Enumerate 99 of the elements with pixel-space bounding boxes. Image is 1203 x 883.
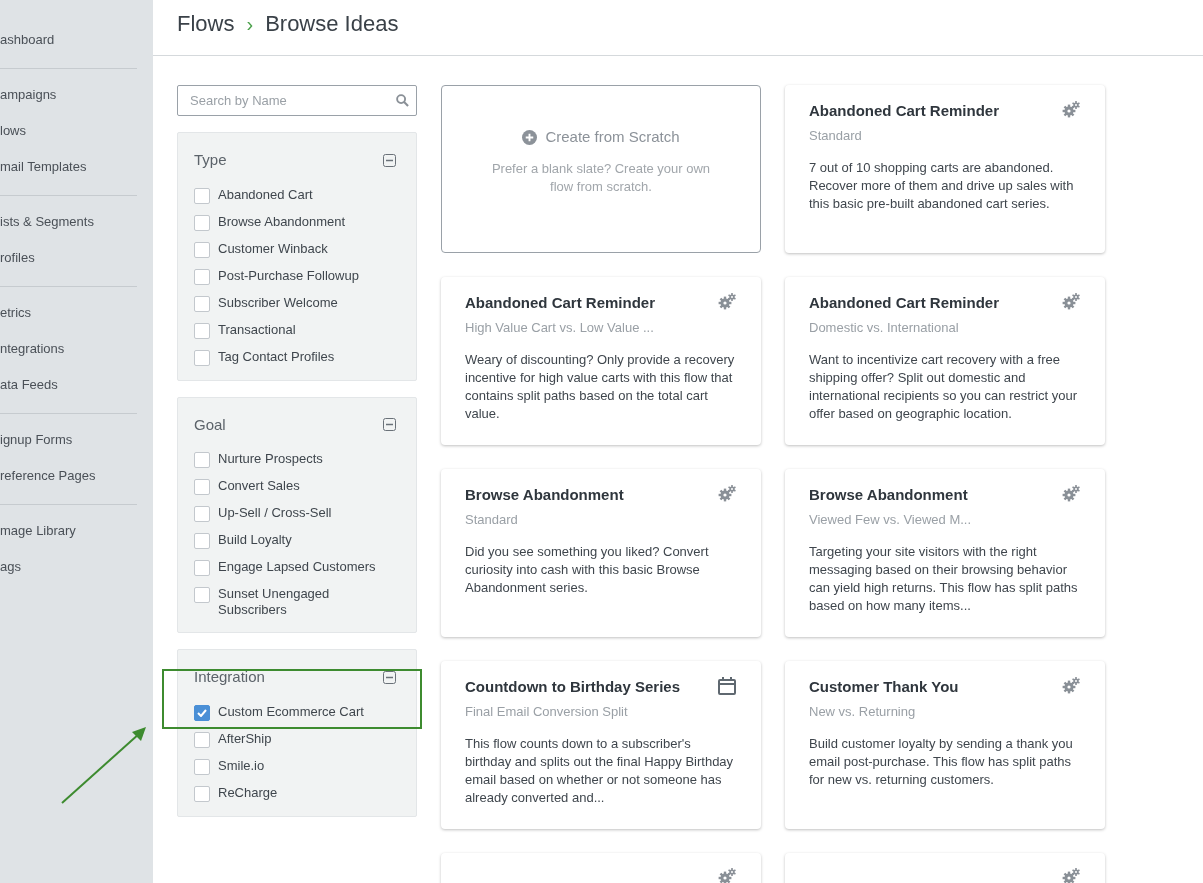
filter-option-label[interactable]: Nurture Prospects bbox=[218, 451, 323, 467]
checkbox[interactable] bbox=[194, 785, 210, 802]
collapse-icon[interactable] bbox=[383, 418, 396, 432]
sidebar-item[interactable]: reference Pages bbox=[0, 466, 137, 486]
checkbox[interactable] bbox=[194, 560, 210, 576]
checkbox[interactable] bbox=[194, 704, 210, 721]
card-title: Browse Abandonment bbox=[465, 485, 624, 505]
card-title: Create from Scratch bbox=[545, 126, 680, 147]
card-description: Build customer loyalty by sending a thank you email post-purchase. This flow has split paths for new vs. returning customers. bbox=[809, 735, 1074, 789]
checkbox[interactable] bbox=[194, 295, 210, 312]
filter-option-label[interactable]: Custom Ecommerce Cart bbox=[218, 703, 364, 720]
card-title: Browse Abandonment bbox=[809, 485, 968, 505]
gears-icon[interactable] bbox=[1061, 484, 1081, 502]
sidebar-item[interactable]: lows bbox=[0, 121, 137, 141]
card-description: Did you see something you liked? Convert curiosity into cash with this basic Browse Abandonment series. bbox=[465, 543, 710, 597]
sidebar-item[interactable]: mail Templates bbox=[0, 157, 137, 177]
filter-option-label[interactable]: Smile.io bbox=[218, 757, 265, 774]
gears-icon[interactable] bbox=[1061, 292, 1081, 310]
checkbox[interactable] bbox=[194, 322, 210, 339]
gears-icon[interactable] bbox=[717, 292, 737, 310]
filter-option-label[interactable]: AfterShip bbox=[218, 730, 272, 747]
filter-option-label[interactable]: Post-Purchase Followup bbox=[218, 267, 359, 284]
card-subtitle: Viewed Few vs. Viewed M... bbox=[809, 510, 973, 529]
checkbox[interactable] bbox=[194, 214, 210, 231]
flow-card[interactable]: Browse Abandonment Standard Did you see something you liked? Convert curiosity into cash with this basic Browse Abandonment series. bbox=[441, 469, 761, 637]
breadcrumb-separator: › bbox=[246, 11, 254, 37]
plus-circle-icon bbox=[522, 129, 538, 145]
sidebar-item[interactable]: ntegrations bbox=[0, 339, 137, 359]
sidebar-item[interactable]: ashboard bbox=[0, 30, 137, 50]
filter-option-label[interactable]: Subscriber Welcome bbox=[218, 294, 338, 311]
filter-option-label[interactable]: Customer Winback bbox=[218, 240, 328, 257]
card-subtitle: High Value Cart vs. Low Value ... bbox=[465, 318, 655, 337]
calendar-icon[interactable] bbox=[717, 676, 737, 696]
flow-card[interactable] bbox=[785, 277, 1105, 445]
filter-title: Type bbox=[194, 150, 227, 170]
filter-option-label[interactable]: Tag Contact Profiles bbox=[218, 348, 335, 365]
checkbox[interactable] bbox=[194, 452, 210, 468]
card-description: 7 out of 10 shopping carts are abandoned. Recover more of them and drive up sales with this basic pre-built abandoned cart series. bbox=[809, 159, 1075, 213]
filter-option-label[interactable]: Browse Abandonment bbox=[218, 213, 346, 230]
card-title: Countdown to Birthday Series bbox=[465, 677, 680, 697]
flow-card[interactable]: Customer Thank You New vs. Returning Build customer loyalty by sending a thank you email post-purchase. This flow has split paths for new vs. returning customers. bbox=[785, 661, 1105, 829]
search-icon bbox=[396, 94, 409, 107]
filter-option-label[interactable]: Sunset Unengaged Subscribers bbox=[218, 586, 400, 618]
checkbox[interactable] bbox=[194, 187, 210, 204]
gears-icon[interactable] bbox=[1061, 100, 1081, 118]
card-title: Abandoned Cart Reminder bbox=[465, 293, 656, 313]
flow-card[interactable]: Abandoned Cart Reminder Standard 7 out of 10 shopping carts are abandoned. Recover more of them and drive up sales with this basic pre-built abandoned cart series. bbox=[785, 85, 1105, 253]
card-title: Abandoned Cart Reminder bbox=[809, 101, 1000, 121]
checkbox[interactable] bbox=[194, 506, 210, 522]
filter-option-label[interactable]: Build Loyalty bbox=[218, 532, 292, 548]
search-field[interactable]: Search by Name bbox=[177, 85, 417, 116]
gears-icon[interactable] bbox=[1061, 676, 1081, 694]
checkbox[interactable] bbox=[194, 587, 210, 603]
filter-option-label[interactable]: Abandoned Cart bbox=[218, 186, 313, 203]
filter-option-label[interactable]: Up-Sell / Cross-Sell bbox=[218, 505, 332, 521]
card-description: Prefer a blank slate? Create your own flow from scratch. bbox=[490, 160, 712, 197]
filter-option-label[interactable]: Engage Lapsed Customers bbox=[218, 559, 376, 575]
card-subtitle: New vs. Returning bbox=[809, 702, 917, 721]
card-title: Abandoned Cart Reminder bbox=[809, 293, 1000, 313]
sidebar-item[interactable]: ata Feeds bbox=[0, 375, 137, 395]
checkbox[interactable] bbox=[194, 758, 210, 775]
sidebar-item[interactable]: ignup Forms bbox=[0, 430, 137, 450]
checkbox[interactable] bbox=[194, 349, 210, 366]
sidebar-item[interactable]: mage Library bbox=[0, 521, 153, 541]
check-icon bbox=[197, 708, 207, 717]
filter-title: Goal bbox=[194, 414, 226, 435]
gears-icon[interactable] bbox=[1061, 867, 1081, 883]
sidebar-item[interactable]: ampaigns bbox=[0, 85, 137, 105]
card-description: Targeting your site visitors with the right messaging based on their browsing behavior can yield high returns. This flow has split paths based on how many items... bbox=[809, 543, 1079, 615]
filter-title: Integration bbox=[194, 667, 265, 687]
checkbox[interactable] bbox=[194, 533, 210, 549]
flow-card[interactable] bbox=[441, 277, 761, 445]
gears-icon[interactable] bbox=[717, 867, 737, 883]
collapse-icon[interactable] bbox=[383, 153, 396, 167]
gears-icon[interactable] bbox=[717, 484, 737, 502]
checkbox[interactable] bbox=[194, 268, 210, 285]
flow-card[interactable] bbox=[441, 661, 761, 829]
card-subtitle: Domestic vs. International bbox=[809, 318, 960, 337]
sidebar-item[interactable]: ists & Segments bbox=[0, 212, 137, 232]
sidebar-item[interactable]: ags bbox=[0, 557, 153, 577]
page-title: Browse Ideas bbox=[265, 10, 399, 38]
card-description: Want to incentivize cart recovery with a free shipping offer? Split out domestic and international recipients so you can restrict your offer based on geographic location. bbox=[809, 351, 1079, 423]
card-subtitle: Final Email Conversion Split bbox=[465, 702, 629, 721]
filter-option-label[interactable]: ReCharge bbox=[218, 784, 278, 801]
card-description: Weary of discounting? Only provide a recovery incentive for high value carts with this flow that contains split paths based on the total cart value. bbox=[465, 351, 736, 423]
checkbox[interactable] bbox=[194, 731, 210, 748]
sidebar-item[interactable]: rofiles bbox=[0, 248, 137, 268]
filter-option-label[interactable]: Transactional bbox=[218, 321, 296, 338]
checkbox[interactable] bbox=[194, 479, 210, 495]
collapse-icon[interactable] bbox=[383, 670, 396, 684]
checkbox[interactable] bbox=[194, 241, 210, 258]
card-title: Customer Thank You bbox=[809, 677, 959, 697]
card-subtitle: Standard bbox=[809, 126, 863, 145]
breadcrumb-link[interactable]: Flows bbox=[177, 7, 235, 40]
card-subtitle: Standard bbox=[465, 510, 519, 529]
sidebar-item[interactable]: etrics bbox=[0, 303, 137, 323]
card-description: This flow counts down to a subscriber's birthday and splits out the final Happy Birthday email based on whether or not someone has already converted and... bbox=[465, 735, 735, 807]
filter-option-label[interactable]: Convert Sales bbox=[218, 478, 300, 494]
flow-card[interactable] bbox=[785, 469, 1105, 637]
